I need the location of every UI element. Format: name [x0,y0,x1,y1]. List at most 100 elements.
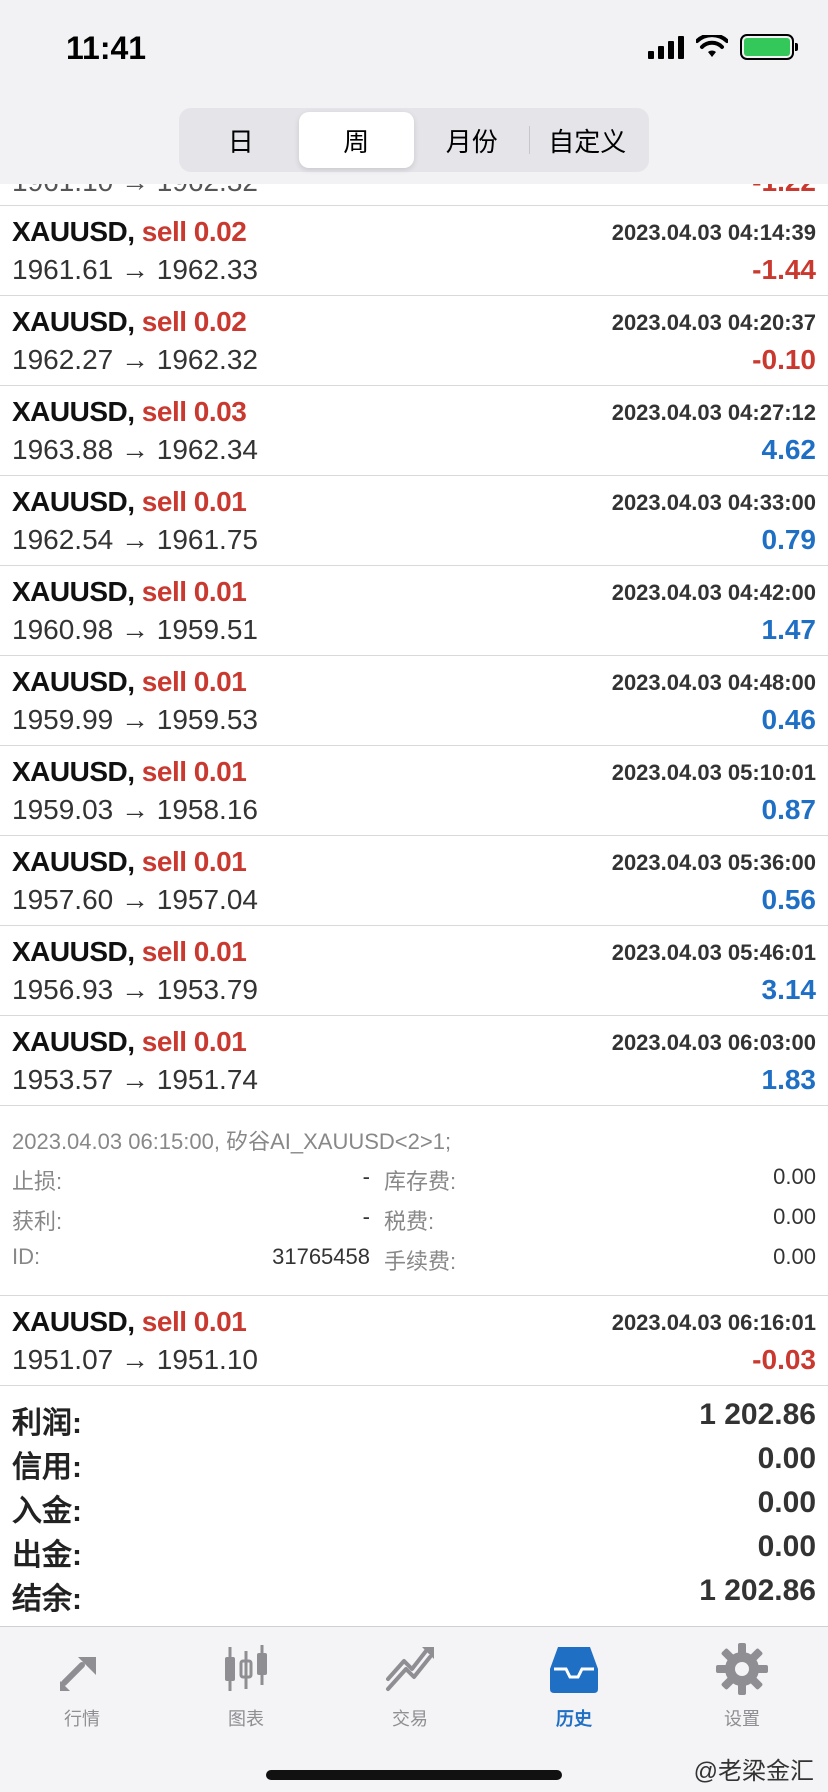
trade-profit: 1.47 [761,614,817,645]
trade-prices: 1957.60 → 1957.04 [12,884,258,915]
trade-row[interactable]: XAUUSD, sell 0.01 2023.04.03 05:36:00 1957… [0,836,828,926]
summary-row: 入金: 0.00 [0,1482,828,1528]
trade-prices: 1960.98 → 1959.51 [12,614,258,645]
trade-prices: 1959.03 → 1958.16 [12,794,258,825]
trade-time: 2023.04.03 04:33:00 [611,490,816,515]
trade-time: 2023.04.03 05:36:00 [611,850,816,875]
battery-icon [740,34,798,60]
trade-symbol: XAUUSD, [12,216,135,247]
trade-prices: 1963.88 → 1962.34 [12,434,258,465]
period-tab-0[interactable]: 日 [183,112,299,168]
trade-time: 2023.04.03 04:20:37 [611,310,816,335]
take-profit-value: - [362,1204,370,1229]
history-list[interactable]: 1961.10 → 1962.32 -1.22 XAUUSD, sell 0.0… [0,184,828,1616]
trade-profit: 0.87 [761,794,817,825]
period-tab-3[interactable]: 自定义 [530,112,646,168]
trade-profit: 4.62 [761,434,817,465]
swap-label: 库存费: [384,1169,457,1194]
period-tab-label: 月份 [445,126,498,157]
tax-value: 0.00 [773,1204,816,1229]
trade-symbol: XAUUSD, [12,846,135,877]
status-icons [648,34,798,60]
trade-symbol: XAUUSD, [12,666,135,697]
tab-trade[interactable]: 交易 [350,1639,470,1739]
trade-time: 2023.04.03 06:16:01 [611,1310,816,1335]
summary-row: 出金: 0.00 [0,1526,828,1572]
trade-row[interactable]: XAUUSD, sell 0.02 2023.04.03 04:14:39 1961… [0,206,828,296]
commission-value: 0.00 [773,1244,816,1269]
summary-label: 出金: [12,1539,82,1572]
trade-time: 2023.04.03 05:46:01 [611,940,816,965]
trade-row[interactable]: XAUUSD, sell 0.01 2023.04.03 04:42:00 1960… [0,566,828,656]
trade-side: sell 0.02 [141,306,247,337]
trade-row[interactable]: XAUUSD, sell 0.01 2023.04.03 05:46:01 1956… [0,926,828,1016]
trade-symbol: XAUUSD, [12,306,135,337]
tab-chart[interactable]: 图表 [186,1639,306,1739]
tab-settings[interactable]: 设置 [682,1639,802,1739]
cellular-signal-icon [648,35,684,59]
status-bar: 11:41 [0,0,828,100]
trade-prices: 1951.07 → 1951.10 [12,1344,258,1375]
tax-label: 税费: [384,1209,435,1234]
stop-loss-value: - [362,1164,370,1189]
bottom-tab-bar: 行情 图表 交易 历史 设置 @老梁金汇 [0,1626,828,1792]
trade-row[interactable]: XAUUSD, sell 0.01 2023.04.03 04:33:00 1962… [0,476,828,566]
trade-side: sell 0.01 [141,486,247,517]
period-tab-label: 日 [227,126,254,157]
tab-label: 设置 [724,1709,760,1729]
trade-row[interactable]: XAUUSD, sell 0.02 2023.04.03 04:20:37 1962… [0,296,828,386]
summary-label: 入金: [12,1495,82,1528]
trade-symbol: XAUUSD, [12,756,135,787]
home-indicator [266,1770,562,1780]
period-tab-2[interactable]: 月份 [414,112,530,168]
trade-profit: 0.79 [761,524,817,555]
trade-symbol: XAUUSD, [12,1026,135,1057]
summary-label: 利润: [12,1407,82,1440]
commission-label: 手续费: [384,1249,457,1274]
detail-row-1: 止损: - 库存费: 0.00 [12,1164,816,1204]
trade-profit: -0.10 [752,344,816,375]
summary-value: 0.00 [757,1530,816,1563]
tab-quotes[interactable]: 行情 [22,1639,142,1739]
trade-time: 2023.04.03 06:03:00 [611,1030,816,1055]
trade-prices: 1962.27 → 1962.32 [12,344,258,375]
trade-profit: 0.46 [761,704,817,735]
tab-label: 历史 [556,1709,592,1729]
trade-row[interactable]: XAUUSD, sell 0.03 2023.04.03 04:27:12 1963… [0,386,828,476]
period-filter-bar: 日 周 月份 自定义 [0,100,828,184]
trade-prices: 1962.54 → 1961.75 [12,524,258,555]
partial-trade-prices: 1961.10 → 1962.32 [12,184,258,198]
summary-value: 0.00 [757,1486,816,1519]
summary-row: 信用: 0.00 [0,1438,828,1484]
trade-row[interactable]: XAUUSD, sell 0.01 2023.04.03 06:16:01 19… [0,1296,828,1386]
account-summary: 利润: 1 202.86 信用: 0.00 入金: 0.00 出金: 0.00 结余: 1 202… [0,1386,828,1616]
trade-profit: -0.03 [752,1344,816,1375]
summary-row: 结余: 1 202.86 [0,1570,828,1616]
detail-row-3: ID: 31765458 手续费: 0.00 [12,1244,816,1284]
trade-profit: 0.56 [761,884,817,915]
tab-history[interactable]: 历史 [514,1639,634,1739]
summary-row: 利润: 1 202.86 [0,1394,828,1440]
trade-prices: 1959.99 → 1959.53 [12,704,258,735]
id-value: 31765458 [272,1244,370,1269]
trade-row[interactable]: XAUUSD, sell 0.01 2023.04.03 05:10:01 1959… [0,746,828,836]
period-tab-label: 自定义 [548,126,627,157]
summary-value: 0.00 [757,1442,816,1475]
trade-row[interactable]: XAUUSD, sell 0.01 2023.04.03 06:03:00 1953… [0,1016,828,1106]
trade-comment: 2023.04.03 06:15:00, 矽谷AI_XAUUSD<2>1; [12,1129,452,1154]
partial-trade-row[interactable]: 1961.10 → 1962.32 -1.22 [0,184,828,206]
trade-side: sell 0.02 [141,216,247,247]
trade-row[interactable]: XAUUSD, sell 0.01 2023.04.03 04:48:00 1959… [0,656,828,746]
trade-side: sell 0.03 [141,396,247,427]
summary-value: 1 202.86 [699,1574,816,1607]
settings-icon [716,1643,768,1695]
history-icon [550,1647,598,1693]
trade-symbol: XAUUSD, [12,936,135,967]
trade-side: sell 0.01 [141,936,247,967]
trade-side: sell 0.01 [141,756,247,787]
quotes-icon [60,1657,96,1691]
trade-time: 2023.04.03 04:14:39 [611,220,816,245]
trade-time: 2023.04.03 04:42:00 [611,580,816,605]
period-tab-1[interactable]: 周 [298,112,414,168]
trade-side: sell 0.01 [141,666,247,697]
